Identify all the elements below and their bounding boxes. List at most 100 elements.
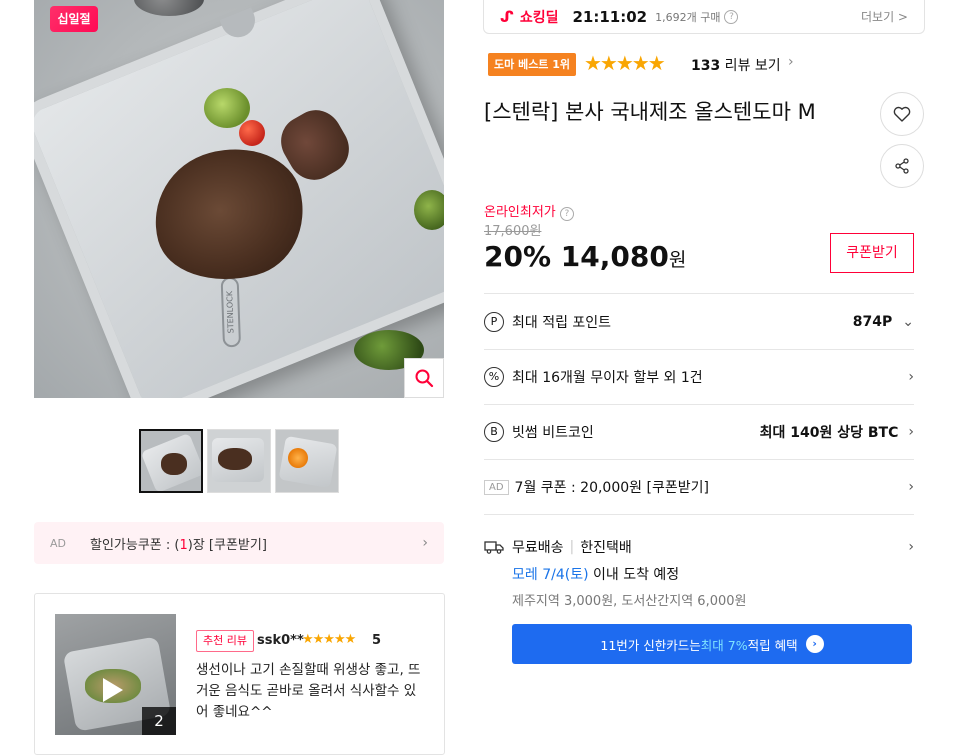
- eta-date: 모레 7/4(토): [512, 567, 589, 583]
- monthly-coupon-row[interactable]: AD 7월 쿠폰 : 20,000원 [쿠폰받기] ›: [484, 477, 914, 497]
- points-label: 최대 적립 포인트: [512, 315, 612, 331]
- card-banner-highlight: 최대 7%: [700, 637, 748, 653]
- stone-decor: [134, 0, 204, 16]
- points-row[interactable]: P 최대 적립 포인트 874P ⌄: [484, 312, 914, 332]
- share-icon: [895, 158, 909, 174]
- coupon-count: 1: [179, 537, 188, 553]
- chevron-down-icon: ⌄: [902, 314, 914, 330]
- divider: [484, 459, 914, 460]
- points-value: 874P: [852, 314, 893, 330]
- deal-name: 쇼킹딜: [519, 9, 559, 26]
- purchase-count: 1,692개 구매: [655, 10, 721, 24]
- bitcoin-label: 빗썸 비트코인: [512, 425, 594, 441]
- shipping-info[interactable]: 무료배송 | 한진택배 › 모레 7/4(토) 이내 도착 예정 제주지역 3,…: [484, 537, 914, 609]
- bitcoin-row[interactable]: B 빗썸 비트코인 최대 140원 상당 BTC ›: [484, 422, 914, 442]
- brussels-sprout-image: [414, 190, 444, 230]
- review-user-id: ssk0**: [257, 633, 304, 648]
- board-hole: [219, 7, 261, 43]
- board-logo: STENLOCK: [220, 276, 242, 348]
- recommended-review-tag: 추천 리뷰: [196, 630, 254, 652]
- rating-stars: ★★★★★: [584, 51, 666, 75]
- zoom-button[interactable]: [404, 358, 444, 398]
- help-icon[interactable]: ?: [559, 207, 574, 221]
- ad-label: AD: [50, 536, 66, 550]
- lowest-price-label: 온라인최저가 ?: [484, 201, 574, 221]
- shocking-deal-bar: ᔑ 쇼킹딜 21:11:02 1,692개 구매 ? 더보기 >: [483, 0, 925, 34]
- monthly-coupon-label: 7월 쿠폰 : 20,000원 [쿠폰받기]: [514, 480, 709, 496]
- carrier-name: 한진택배: [580, 540, 632, 556]
- final-price: 20% 14,080원: [484, 240, 686, 273]
- thumbnail-meat: [218, 448, 252, 470]
- chevron-right-icon: ›: [908, 424, 914, 440]
- sale-price: 14,080: [560, 240, 669, 273]
- get-coupon-button[interactable]: 쿠폰받기: [830, 233, 914, 273]
- card-banner-prefix: 11번가 신한카드는: [600, 637, 701, 653]
- chevron-right-icon: ›: [908, 479, 914, 495]
- review-count: 133: [691, 58, 721, 74]
- coupon-prefix: 할인가능쿠폰 : (: [90, 537, 180, 553]
- deal-timer: 21:11:02: [572, 7, 648, 26]
- help-icon[interactable]: ?: [724, 9, 739, 24]
- share-button[interactable]: [880, 144, 924, 188]
- card-banner-suffix: 적립 혜택: [747, 637, 798, 653]
- shocking-deal-icon: ᔑ: [500, 7, 514, 26]
- tomato-image: [239, 120, 265, 146]
- thumbnail-orange: [288, 448, 308, 468]
- divider: [484, 514, 914, 515]
- review-text: 생선이나 고기 손질할때 위생상 좋고, 뜨거운 음식도 곧바로 올려서 식사할…: [196, 662, 421, 720]
- arrow-right-icon: ›: [805, 635, 824, 653]
- review-link-label: 리뷰 보기: [720, 58, 781, 74]
- heart-icon: [893, 106, 911, 122]
- wishlist-button[interactable]: [880, 92, 924, 136]
- chevron-right-icon: ›: [788, 54, 794, 70]
- product-main-image[interactable]: STENLOCK: [34, 0, 444, 398]
- product-page: STENLOCK 십일절 AD 할인가능쿠폰: (1)장 [쿠폰받기] › 2…: [0, 0, 973, 755]
- free-shipping-label: 무료배송: [512, 540, 564, 556]
- recommended-review-card[interactable]: 2 추천 리뷰 ssk0** ★★★★★ 5 생선이나 고기 손질할때 위생상 …: [34, 593, 445, 755]
- shipping-line: 무료배송 | 한진택배 ›: [484, 537, 914, 557]
- best-rank-badge: 도마 베스트 1위: [488, 53, 577, 76]
- thumbnail-3[interactable]: [275, 429, 339, 493]
- thumbnail-list: [139, 429, 339, 493]
- chevron-right-icon: ›: [908, 369, 914, 385]
- bitcoin-icon: B: [484, 422, 504, 442]
- review-score: 5: [372, 633, 382, 648]
- chevron-right-icon: ›: [422, 535, 428, 551]
- divider: [484, 349, 914, 350]
- product-title: [스텐락] 본사 국내제조 올스텐도마 M: [484, 100, 816, 124]
- thumbnail-board: [278, 435, 338, 489]
- thumbnail-meat: [161, 453, 187, 475]
- review-video-thumbnail[interactable]: 2: [55, 614, 176, 735]
- price-unit: 원: [668, 249, 687, 271]
- original-price: 17,600원: [484, 224, 542, 239]
- percent-icon: %: [484, 367, 504, 387]
- ad-label: AD: [484, 479, 509, 495]
- discount-rate: 20%: [484, 240, 552, 273]
- thumbnail-2[interactable]: [207, 429, 271, 493]
- coupon-suffix: )장 [쿠폰받기]: [187, 537, 267, 553]
- divider: [484, 293, 914, 294]
- chevron-right-icon: ›: [908, 539, 914, 555]
- play-icon: [103, 678, 123, 702]
- review-photo-count: 2: [142, 707, 176, 735]
- eta-rest: 이내 도착 예정: [588, 567, 680, 583]
- extra-shipping-fee: 제주지역 3,000원, 도서산간지역 6,000원: [512, 594, 747, 609]
- deal-more-link[interactable]: 더보기 >: [861, 8, 908, 25]
- installment-row[interactable]: % 최대 16개월 무이자 할부 외 1건 ›: [484, 367, 914, 387]
- coupon-available-bar[interactable]: AD 할인가능쿠폰 : (1)장 [쿠폰받기] ›: [34, 522, 444, 564]
- coupon-available-text: 할인가능쿠폰 : (1)장 [쿠폰받기]: [90, 534, 422, 553]
- bitcoin-value: 최대 140원 상당 BTC: [759, 425, 899, 441]
- sale-event-badge: 십일절: [50, 6, 98, 32]
- review-stars: ★★★★★: [302, 632, 356, 647]
- truck-icon: [484, 541, 504, 554]
- divider: [484, 404, 914, 405]
- lowest-price-text: 온라인최저가: [484, 205, 556, 220]
- delivery-eta: 모레 7/4(토) 이내 도착 예정: [512, 564, 914, 584]
- point-icon: P: [484, 312, 504, 332]
- thumbnail-1[interactable]: [139, 429, 203, 493]
- card-benefit-banner[interactable]: 11번가 신한카드는 최대 7% 적립 혜택 ›: [512, 624, 912, 664]
- separator: |: [569, 539, 575, 555]
- review-link[interactable]: 133 리뷰 보기: [691, 55, 781, 75]
- search-icon: [415, 369, 434, 388]
- installment-label: 최대 16개월 무이자 할부 외 1건: [512, 370, 703, 386]
